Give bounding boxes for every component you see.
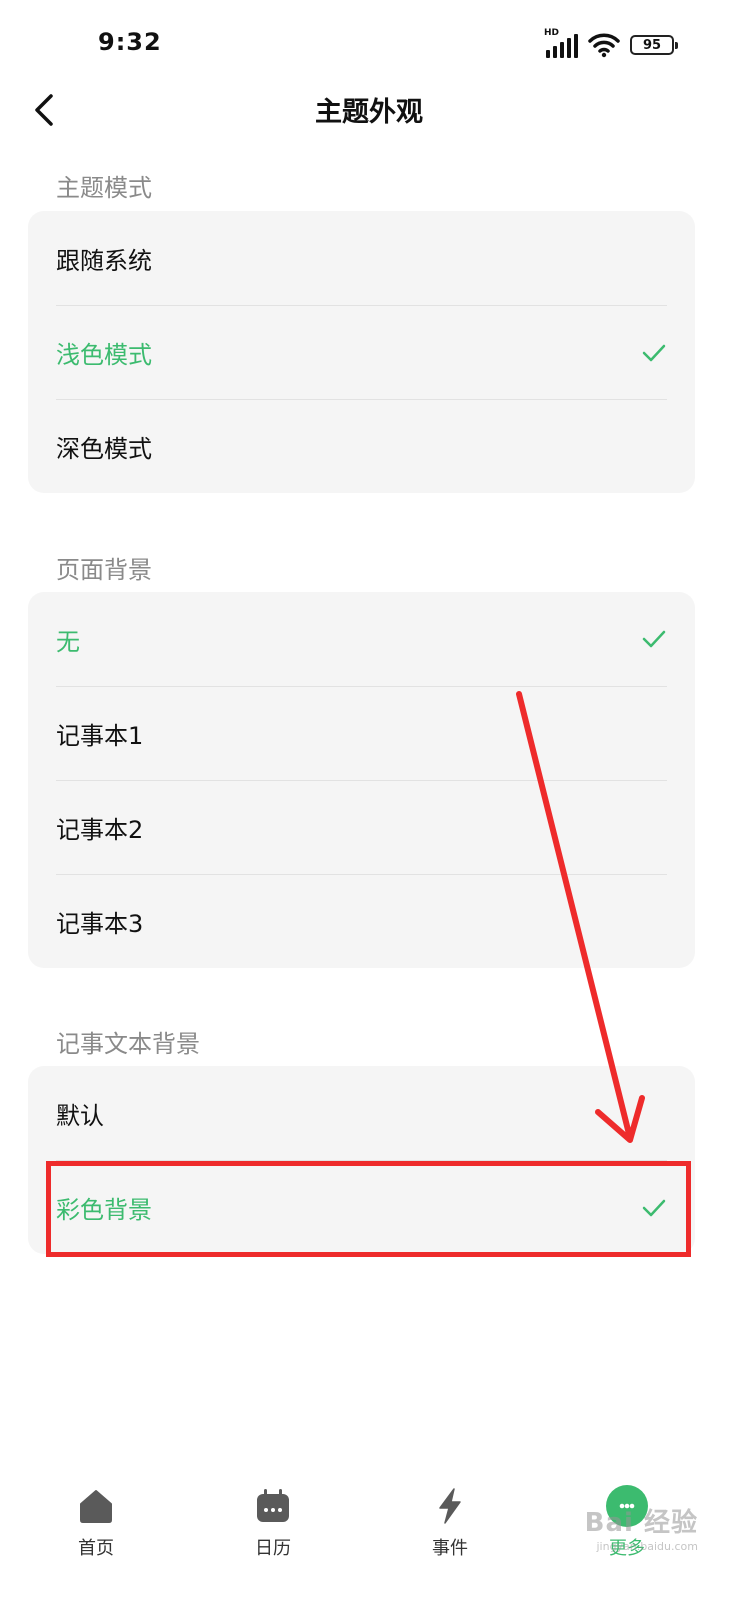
- theme-mode-card: 跟随系统 浅色模式 深色模式: [28, 211, 695, 493]
- check-icon: [642, 344, 666, 361]
- watermark-url: jingyan.baidu.com: [596, 1540, 698, 1553]
- nav-events[interactable]: 事件: [390, 1478, 510, 1588]
- page-background-card: 无 记事本1 记事本2 记事本3: [28, 592, 695, 968]
- option-dark-mode[interactable]: 深色模式: [56, 399, 667, 493]
- section-label-theme-mode: 主题模式: [56, 174, 152, 202]
- app-header: 主题外观: [0, 80, 738, 140]
- option-label: 浅色模式: [56, 341, 152, 369]
- signal-icon: HD: [544, 28, 578, 58]
- battery-level: 95: [642, 37, 662, 53]
- status-icons: HD 95: [544, 28, 678, 60]
- network-type: HD: [544, 28, 560, 38]
- lightning-icon: [428, 1484, 472, 1528]
- status-bar: 9:32 HD 95: [0, 0, 738, 88]
- option-light-mode[interactable]: 浅色模式: [56, 305, 667, 399]
- option-notebook-1[interactable]: 记事本1: [56, 686, 667, 780]
- annotation-highlight-box: [46, 1161, 691, 1257]
- wifi-icon: [588, 33, 620, 58]
- section-label-page-background: 页面背景: [56, 556, 152, 584]
- status-time: 9:32: [98, 28, 162, 56]
- option-follow-system[interactable]: 跟随系统: [56, 211, 667, 305]
- option-none[interactable]: 无: [56, 592, 667, 686]
- battery-icon: 95: [630, 35, 678, 55]
- nav-calendar[interactable]: 日历: [213, 1478, 333, 1588]
- option-label: 跟随系统: [56, 246, 152, 275]
- section-label-note-text-background: 记事文本背景: [56, 1030, 200, 1058]
- nav-home[interactable]: 首页: [36, 1478, 156, 1588]
- nav-label: 首页: [78, 1538, 114, 1559]
- option-label: 深色模式: [56, 435, 152, 463]
- watermark: Bai 经验: [584, 1508, 698, 1538]
- nav-label: 事件: [432, 1538, 468, 1559]
- calendar-icon: [251, 1484, 295, 1528]
- option-label: 无: [56, 627, 80, 656]
- option-notebook-3[interactable]: 记事本3: [56, 874, 667, 968]
- option-label: 记事本3: [56, 910, 144, 938]
- option-default[interactable]: 默认: [56, 1066, 667, 1160]
- option-label: 默认: [56, 1101, 104, 1130]
- option-label: 记事本1: [56, 722, 144, 750]
- option-notebook-2[interactable]: 记事本2: [56, 780, 667, 874]
- page-title: 主题外观: [315, 97, 423, 128]
- nav-label: 日历: [255, 1538, 291, 1559]
- option-label: 记事本2: [56, 816, 144, 844]
- check-icon: [642, 630, 666, 648]
- home-icon: [74, 1484, 118, 1528]
